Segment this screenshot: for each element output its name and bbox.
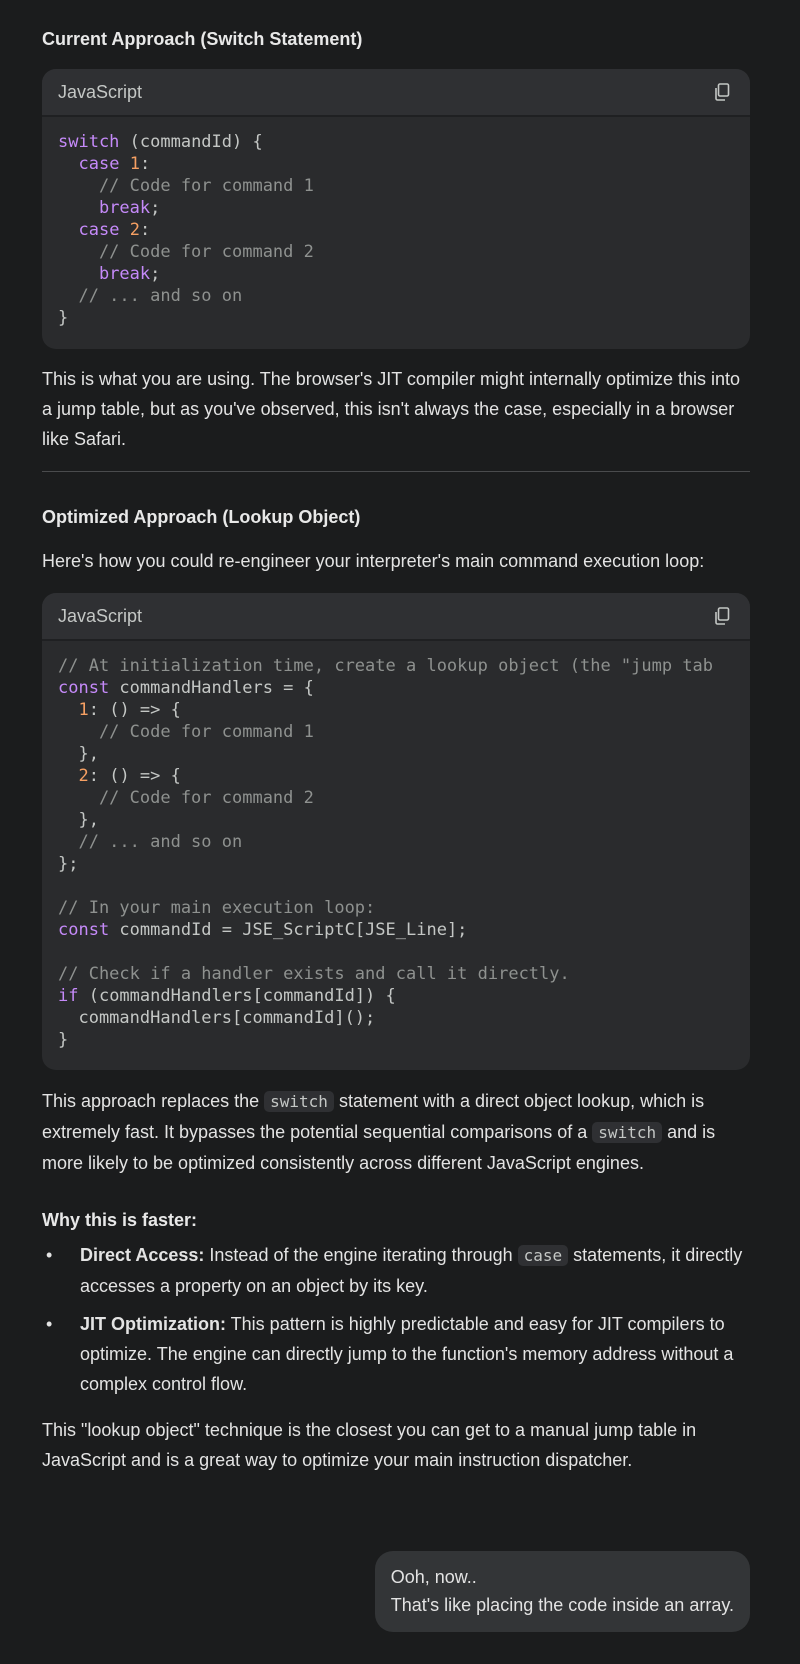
text: Instead of the engine iterating through — [204, 1245, 518, 1265]
chat-content: Current Approach (Switch Statement) Java… — [0, 0, 800, 1664]
paragraph-conclusion: This "lookup object" technique is the cl… — [42, 1420, 697, 1470]
code-token: : — [139, 220, 151, 240]
code-token: 1 — [78, 700, 89, 720]
code-token: : () => { — [88, 766, 181, 786]
section-heading-current: Current Approach (Switch Statement) — [42, 29, 363, 49]
code-token: 2 — [78, 766, 89, 786]
code-token: (commandId) { — [119, 132, 263, 152]
code-block-lookup: JavaScript // At initialization time, cr… — [42, 593, 750, 1070]
code-token: ; — [150, 198, 161, 218]
code-token: commandHandlers = { — [109, 678, 314, 698]
code-token: // ... and so on — [58, 286, 243, 306]
code-language-label: JavaScript — [58, 605, 143, 626]
code-token: break — [98, 264, 151, 284]
code-token: : () => { — [88, 700, 181, 720]
code-token: case — [78, 154, 120, 174]
divider — [42, 471, 750, 472]
code-token: 2 — [129, 220, 140, 240]
code-token: case — [78, 220, 120, 240]
code-token: commandId = JSE_ScriptC[JSE_Line]; — [109, 920, 468, 940]
inline-code: switch — [592, 1122, 663, 1143]
code-token: const — [58, 920, 110, 940]
code-token: 1 — [129, 154, 140, 174]
code-token: }, — [58, 744, 99, 764]
code-token: if — [58, 986, 79, 1006]
code-language-label: JavaScript — [58, 81, 143, 102]
paragraph-intro: Here's how you could re-engineer your in… — [42, 551, 705, 571]
reasons-list: • Direct Access: Instead of the engine i… — [42, 1240, 750, 1399]
code-token: // In your main execution loop: — [58, 898, 376, 918]
copy-icon[interactable] — [710, 80, 734, 104]
code-token: }; — [58, 854, 79, 874]
bullet: • — [46, 1314, 53, 1334]
paragraph-lookup-explanation: This approach replaces the switch statem… — [42, 1086, 750, 1178]
code-block-switch: JavaScript switch (commandId) { case 1: … — [42, 69, 750, 349]
copy-icon[interactable] — [710, 604, 734, 628]
code-token: }, — [58, 810, 99, 830]
code-token: switch — [58, 132, 120, 152]
user-message-bubble: Ooh, now.. That's like placing the code … — [374, 1551, 750, 1632]
section-heading-optimized: Optimized Approach (Lookup Object) — [42, 507, 361, 527]
user-message-line: That's like placing the code inside an a… — [390, 1595, 734, 1615]
code-block-header: JavaScript — [42, 593, 750, 641]
list-item: • Direct Access: Instead of the engine i… — [42, 1240, 750, 1301]
item-title: JIT Optimization: — [80, 1314, 226, 1334]
code-text: // At initialization time, create a look… — [42, 641, 750, 1067]
code-token: (commandHandlers[commandId]) { — [78, 986, 396, 1006]
code-token: // Code for command 1 — [58, 722, 314, 742]
code-token: // Code for command 2 — [58, 788, 314, 808]
code-token: : — [139, 154, 151, 174]
section-heading-why: Why this is faster: — [42, 1210, 198, 1230]
bullet: • — [46, 1245, 53, 1265]
code-token: // ... and so on — [58, 832, 243, 852]
code-token: // Check if a handler exists and call it… — [58, 964, 570, 984]
code-token: const — [58, 678, 110, 698]
code-token: // Code for command 1 — [58, 176, 314, 196]
code-token: break — [98, 198, 151, 218]
item-title: Direct Access: — [80, 1245, 205, 1265]
code-token: commandHandlers[commandId](); — [58, 1008, 376, 1028]
paragraph-current-approach: This is what you are using. The browser'… — [42, 369, 741, 449]
user-message-line: Ooh, now.. — [390, 1567, 477, 1587]
code-text: switch (commandId) { case 1: // Code for… — [42, 117, 750, 345]
text: This approach replaces the — [42, 1091, 265, 1111]
code-block-header: JavaScript — [42, 69, 750, 117]
list-item: • JIT Optimization: This pattern is high… — [42, 1309, 750, 1399]
inline-code: case — [517, 1245, 569, 1266]
code-token: } — [58, 1030, 69, 1050]
code-token: ; — [150, 264, 161, 284]
inline-code: switch — [264, 1091, 334, 1112]
code-token: // At initialization time, create a look… — [58, 656, 714, 676]
code-token: // Code for command 2 — [58, 242, 314, 262]
code-token: } — [58, 308, 69, 328]
